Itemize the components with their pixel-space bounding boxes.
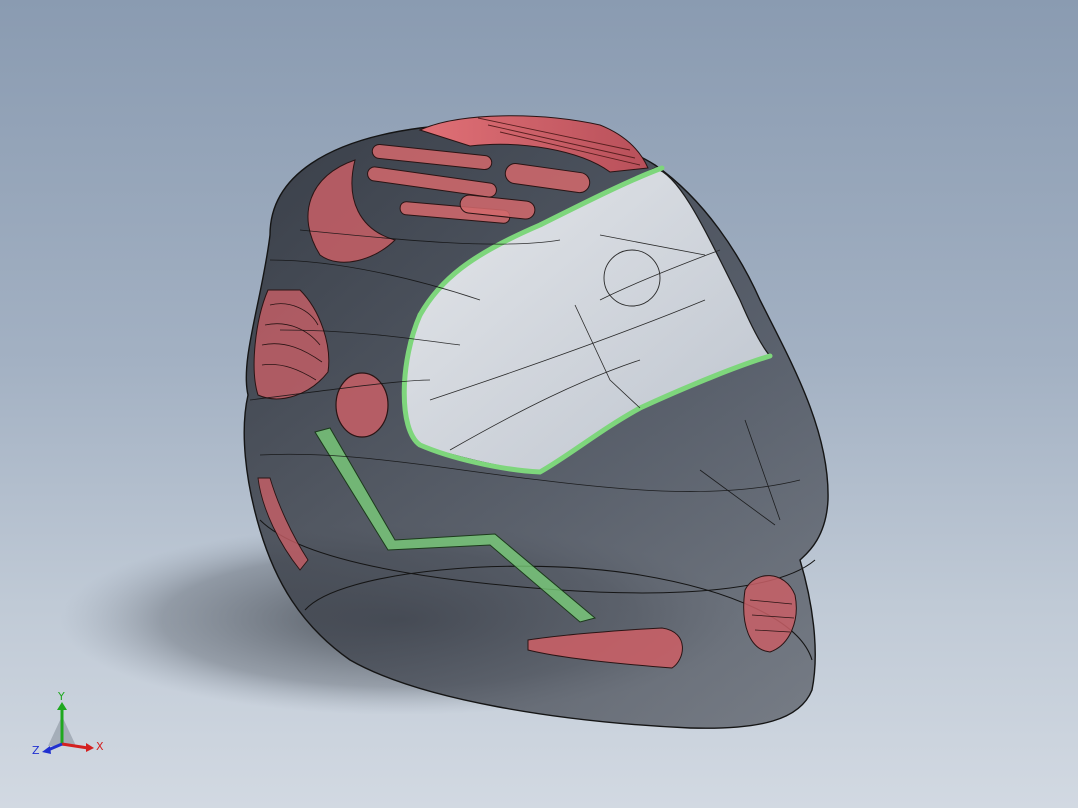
triad-x-label: X <box>96 740 104 753</box>
triad-x-axis <box>61 742 89 750</box>
view-orientation-triad[interactable]: Y X Z <box>30 688 110 760</box>
triad-z-arrow <box>42 746 51 754</box>
triad-y-arrow <box>57 702 67 710</box>
side-pivot-button[interactable] <box>335 372 389 438</box>
triad-y-label: Y <box>57 690 65 703</box>
triad-x-arrow <box>86 743 94 752</box>
helmet-model[interactable] <box>0 0 1078 808</box>
graphics-viewport[interactable]: Y X Z <box>0 0 1078 808</box>
triad-z-label: Z <box>32 744 40 757</box>
